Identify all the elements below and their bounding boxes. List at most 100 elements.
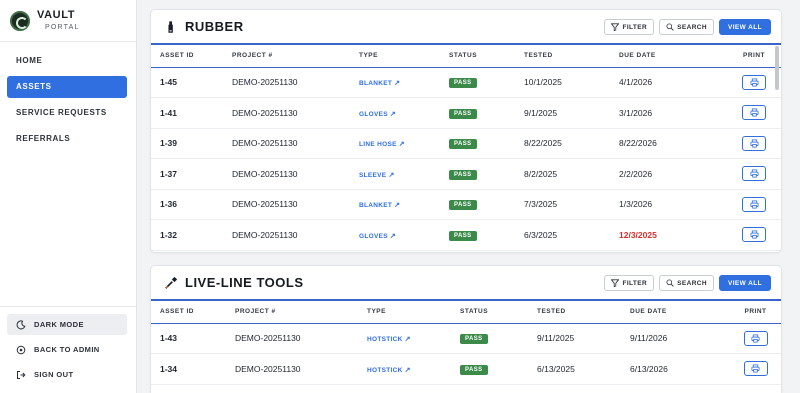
search-button[interactable]: SEARCH bbox=[659, 275, 714, 291]
sidebar-item-home[interactable]: HOME bbox=[7, 50, 127, 72]
col-asset-id: ASSET ID bbox=[151, 301, 235, 324]
project-number: DEMO-20251130 bbox=[232, 158, 359, 190]
type-link[interactable]: HOTSTICK ↗ bbox=[367, 367, 411, 374]
status-cell: PASS bbox=[449, 97, 524, 129]
print-button[interactable] bbox=[742, 166, 766, 182]
print-cell bbox=[728, 353, 781, 385]
print-button[interactable] bbox=[742, 196, 766, 212]
table-row[interactable]: 1-36 DEMO-20251130 BLANKET ↗ PASS 7/3/2025 1/3… bbox=[151, 189, 781, 220]
type-label: HOTSTICK bbox=[367, 336, 403, 344]
type-link[interactable]: BLANKET ↗ bbox=[359, 202, 400, 209]
print-button[interactable] bbox=[742, 135, 766, 151]
filter-label: FILTER bbox=[622, 23, 648, 31]
project-number: DEMO-20251130 bbox=[232, 67, 359, 98]
sign-out-label: SIGN OUT bbox=[34, 370, 74, 379]
glove-icon bbox=[163, 19, 179, 35]
brand-subtitle: PORTAL bbox=[45, 24, 80, 31]
asset-id: 1-41 bbox=[151, 97, 232, 129]
print-button[interactable] bbox=[742, 227, 766, 243]
filter-button[interactable]: FILTER bbox=[604, 19, 655, 35]
print-cell bbox=[725, 189, 781, 220]
scrollbar[interactable] bbox=[775, 46, 779, 90]
status-cell: PASS bbox=[460, 353, 537, 385]
sidebar-item-assets[interactable]: ASSETS bbox=[7, 76, 127, 98]
view-all-button[interactable]: VIEW ALL bbox=[718, 19, 771, 35]
dark-mode-toggle[interactable]: DARK MODE bbox=[7, 314, 127, 335]
type-cell: GLOVES ↗ bbox=[359, 97, 449, 129]
printer-icon bbox=[749, 139, 759, 148]
status-badge: PASS bbox=[449, 169, 477, 180]
external-link-icon: ↗ bbox=[398, 141, 405, 149]
print-cell bbox=[728, 323, 781, 354]
search-label: SEARCH bbox=[677, 23, 707, 31]
table-row[interactable]: 1-39 DEMO-20251130 LINE HOSE ↗ PASS 8/22/2025… bbox=[151, 128, 781, 159]
search-button[interactable]: SEARCH bbox=[659, 19, 714, 35]
sidebar-item-service-requests[interactable]: SERVICE REQUESTS bbox=[7, 102, 127, 124]
tested-date: 6/3/2025 bbox=[524, 219, 619, 251]
table-row[interactable]: 1-37 DEMO-20251130 SLEEVE ↗ PASS 8/2/2025 2/2/… bbox=[151, 158, 781, 190]
asset-id: 1-39 bbox=[151, 128, 232, 159]
table-row[interactable]: 1-43 DEMO-20251130 HOTSTICK ↗ PASS 9/11/2025 9… bbox=[151, 323, 781, 354]
section-header: LIVE-LINE TOOLS FILTER SEARCH VIEW ALL bbox=[151, 266, 781, 301]
printer-icon bbox=[749, 230, 759, 239]
sign-out-button[interactable]: SIGN OUT bbox=[7, 364, 127, 385]
filter-button[interactable]: FILTER bbox=[604, 275, 655, 291]
project-number: DEMO-20251130 bbox=[232, 128, 359, 159]
project-number: DEMO-20251130 bbox=[235, 353, 367, 385]
print-button[interactable] bbox=[743, 361, 768, 377]
view-all-button[interactable]: VIEW ALL bbox=[718, 275, 771, 291]
type-label: BLANKET bbox=[359, 80, 393, 88]
section-header: RUBBER FILTER SEARCH VIEW ALL bbox=[151, 10, 781, 45]
asset-id: 1-37 bbox=[151, 158, 232, 190]
status-badge: PASS bbox=[449, 139, 477, 150]
print-button[interactable] bbox=[742, 105, 766, 121]
type-label: LINE HOSE bbox=[359, 141, 397, 149]
print-button[interactable] bbox=[743, 330, 768, 346]
tool-icon bbox=[163, 275, 179, 291]
asset-id: 1-43 bbox=[151, 323, 235, 354]
brand[interactable]: VAULT PORTAL bbox=[10, 10, 80, 31]
external-link-icon: ↗ bbox=[394, 80, 401, 88]
col-tested: TESTED bbox=[537, 301, 630, 324]
print-button[interactable] bbox=[742, 74, 766, 90]
tested-date: 8/2/2025 bbox=[524, 158, 619, 190]
project-number: DEMO-20251130 bbox=[232, 219, 359, 251]
due-date: 6/13/2026 bbox=[630, 353, 728, 385]
type-link[interactable]: HOTSTICK ↗ bbox=[367, 336, 411, 343]
type-link[interactable]: GLOVES ↗ bbox=[359, 233, 396, 240]
external-link-icon: ↗ bbox=[404, 366, 411, 374]
tested-date: 8/22/2025 bbox=[524, 128, 619, 159]
type-cell: LINE HOSE ↗ bbox=[359, 128, 449, 159]
type-link[interactable]: LINE HOSE ↗ bbox=[359, 141, 405, 148]
bottom-nav: DARK MODE BACK TO ADMIN SIGN OUT bbox=[7, 314, 127, 389]
asset-id: 1-32 bbox=[151, 219, 232, 251]
section-title: LIVE-LINE TOOLS bbox=[185, 275, 304, 290]
printer-icon bbox=[749, 78, 759, 87]
search-icon bbox=[666, 23, 674, 31]
printer-icon bbox=[749, 200, 759, 209]
tested-date: 7/3/2025 bbox=[524, 189, 619, 220]
printer-icon bbox=[751, 334, 760, 343]
back-to-admin-button[interactable]: BACK TO ADMIN bbox=[7, 339, 127, 360]
external-link-icon: ↗ bbox=[389, 110, 397, 118]
table-row[interactable]: 1-45 DEMO-20251130 BLANKET ↗ PASS 10/1/2025 4/… bbox=[151, 67, 781, 98]
col-type: TYPE bbox=[367, 301, 460, 324]
print-cell bbox=[725, 128, 781, 159]
main-nav: HOME ASSETS SERVICE REQUESTS REFERRALS bbox=[7, 50, 127, 154]
type-cell: HOTSTICK ↗ bbox=[367, 323, 460, 354]
dark-mode-label: DARK MODE bbox=[34, 320, 84, 329]
type-link[interactable]: BLANKET ↗ bbox=[359, 80, 400, 87]
table-row[interactable]: 1-41 DEMO-20251130 GLOVES ↗ PASS 9/1/2025 3/1/… bbox=[151, 97, 781, 129]
type-cell: HOTSTICK ↗ bbox=[367, 353, 460, 385]
tested-date: 9/1/2025 bbox=[524, 97, 619, 129]
status-badge: PASS bbox=[449, 78, 477, 89]
table-row[interactable]: 1-32 DEMO-20251130 GLOVES ↗ PASS 6/3/2025 12/3… bbox=[151, 219, 781, 251]
table-row[interactable]: 1-34 DEMO-20251130 HOTSTICK ↗ PASS 6/13/2025 6… bbox=[151, 353, 781, 385]
due-date: 9/11/2026 bbox=[630, 323, 728, 354]
type-link[interactable]: SLEEVE ↗ bbox=[359, 172, 395, 179]
col-status: STATUS bbox=[449, 45, 524, 68]
printer-icon bbox=[751, 364, 760, 373]
sidebar-item-referrals[interactable]: REFERRALS bbox=[7, 128, 127, 150]
type-link[interactable]: GLOVES ↗ bbox=[359, 111, 396, 118]
asset-id: 1-45 bbox=[151, 67, 232, 98]
